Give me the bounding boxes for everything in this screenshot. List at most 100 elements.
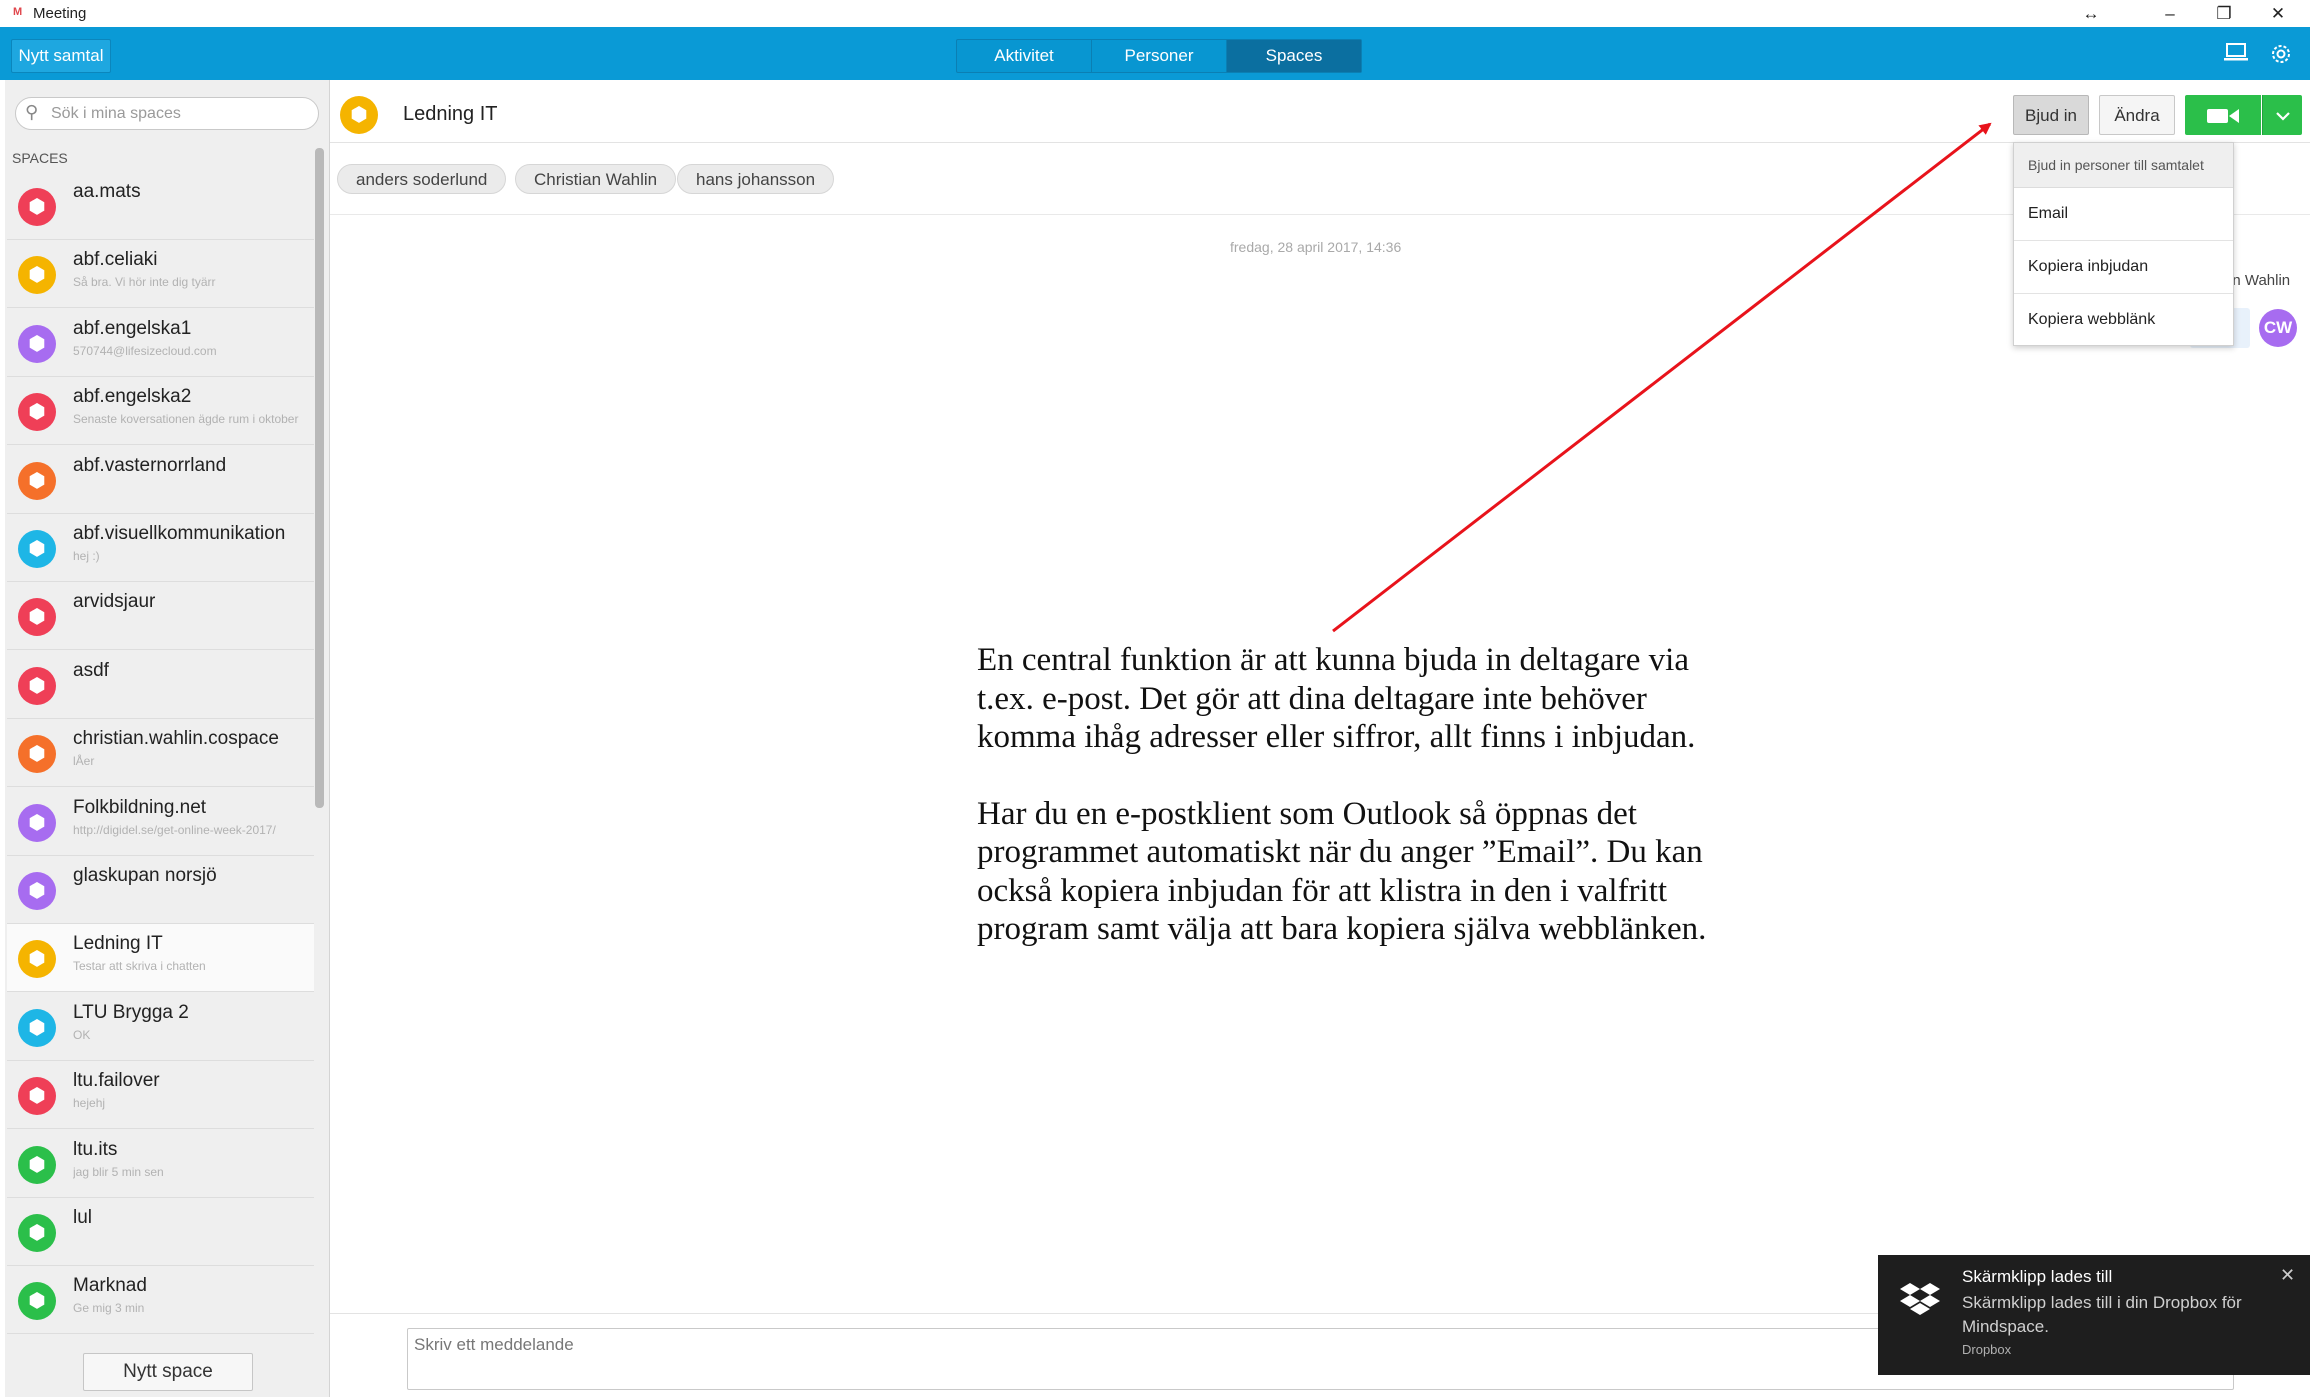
space-name: abf.visuellkommunikation: [73, 523, 286, 544]
resize-icon[interactable]: ↔: [2064, 0, 2118, 27]
space-last-message: hej :): [73, 549, 100, 563]
space-name: abf.vasternorrland: [73, 455, 227, 476]
space-last-message: hejehj: [73, 1096, 106, 1110]
space-last-message: OK: [73, 1028, 91, 1042]
maximize-button[interactable]: ❐: [2197, 0, 2251, 27]
space-name: Folkbildning.net: [73, 797, 207, 818]
space-item[interactable]: ⬢ asdf: [7, 651, 314, 719]
menu-item-copy-link[interactable]: Kopiera webblänk: [2014, 294, 2233, 346]
space-name: glaskupan norsjö: [73, 865, 217, 886]
search-input[interactable]: ⚲ Sök i mina spaces: [15, 97, 319, 130]
space-item[interactable]: ⬢ Folkbildning.net http://digidel.se/get-o…: [7, 788, 314, 856]
window-title: Meeting: [33, 5, 87, 22]
title-bar: M Meeting ↔ – ❐ ✕: [0, 0, 2310, 27]
close-button[interactable]: ✕: [2251, 0, 2305, 27]
app-logo: M: [13, 6, 23, 18]
new-space-button[interactable]: Nytt space: [83, 1353, 253, 1391]
space-name: arvidsjaur: [73, 591, 156, 612]
space-avatar-icon: ⬢: [18, 1146, 56, 1184]
space-avatar-icon: ⬢: [18, 735, 56, 773]
space-last-message: Testar att skriva i chatten: [73, 959, 206, 973]
space-last-message: Ge mig 3 min: [73, 1301, 145, 1315]
notification-body: Skärmklipp lades till i din Dropbox för …: [1962, 1293, 2242, 1336]
space-last-message: jag blir 5 min sen: [73, 1165, 164, 1179]
space-name: ltu.failover: [73, 1070, 160, 1091]
space-item[interactable]: ⬢ ltu.its jag blir 5 min sen: [7, 1130, 314, 1198]
minimize-button[interactable]: –: [2143, 0, 2197, 27]
space-item[interactable]: ⬢ LTU Brygga 2 OK: [7, 993, 314, 1061]
notification-title: Skärmklipp lades till: [1962, 1267, 2113, 1286]
invite-menu: Bjud in personer till samtalet Email Kop…: [2013, 142, 2234, 346]
space-avatar-icon: ⬢: [18, 872, 56, 910]
space-avatar-icon: ⬢: [18, 1077, 56, 1115]
space-avatar-icon: ⬢: [18, 462, 56, 500]
space-item[interactable]: ⬢ abf.vasternorrland: [7, 446, 314, 514]
change-button[interactable]: Ändra: [2099, 95, 2175, 135]
space-item[interactable]: ⬢ abf.engelska1 570744@lifesizecloud.com: [7, 309, 314, 377]
space-item[interactable]: ⬢ abf.visuellkommunikation hej :): [7, 514, 314, 582]
space-name: LTU Brygga 2: [73, 1002, 189, 1023]
notification-source: Dropbox: [1962, 1342, 2012, 1357]
annotation-paragraph: Har du en e-postklient som Outlook så öp…: [977, 795, 1707, 948]
room-avatar: ⬢: [340, 96, 378, 134]
sidebar-scrollbar[interactable]: [315, 148, 324, 808]
space-last-message: http://digidel.se/get-online-week-2017/: [73, 823, 276, 837]
message-timestamp: fredag, 28 april 2017, 14:36: [1230, 239, 1402, 255]
tab-spaces[interactable]: Spaces: [1227, 40, 1361, 72]
video-camera-icon: [2206, 102, 2240, 127]
chevron-down-icon[interactable]: [2262, 95, 2302, 135]
space-item[interactable]: ⬢ Ledning IT Testar att skriva i chatten: [7, 924, 314, 992]
space-name: aa.mats: [73, 181, 141, 202]
spaces-section-label: SPACES: [12, 150, 68, 166]
space-item[interactable]: ⬢ christian.wahlin.cospace lÅer: [7, 719, 314, 787]
annotation-text: En central funktion är att kunna bjuda i…: [977, 641, 1707, 987]
space-avatar-icon: ⬢: [18, 1214, 56, 1252]
space-last-message: Så bra. Vi hör inte dig tyärr: [73, 275, 216, 289]
space-name: abf.engelska1: [73, 318, 192, 339]
menu-item-email[interactable]: Email: [2014, 188, 2233, 241]
invite-button[interactable]: Bjud in: [2013, 95, 2089, 135]
space-last-message: 570744@lifesizecloud.com: [73, 344, 217, 358]
video-call-button[interactable]: [2185, 95, 2261, 135]
space-avatar-icon: ⬢: [18, 530, 56, 568]
close-icon[interactable]: ✕: [2280, 1265, 2295, 1286]
avatar[interactable]: CW: [2259, 309, 2297, 347]
space-avatar-icon: ⬢: [18, 1282, 56, 1320]
participant-chip[interactable]: Christian Wahlin: [515, 164, 677, 194]
menu-item-copy-invite[interactable]: Kopiera inbjudan: [2014, 241, 2233, 294]
space-avatar-icon: ⬢: [18, 256, 56, 294]
room-title: Ledning IT: [403, 103, 498, 125]
space-item[interactable]: ⬢ abf.celiaki Så bra. Vi hör inte dig tyär…: [7, 240, 314, 308]
space-name: abf.engelska2: [73, 386, 192, 407]
space-name: asdf: [73, 660, 109, 681]
space-avatar-icon: ⬢: [18, 1009, 56, 1047]
tab-aktivitet[interactable]: Aktivitet: [957, 40, 1092, 72]
tab-personer[interactable]: Personer: [1092, 40, 1227, 72]
space-avatar-icon: ⬢: [18, 667, 56, 705]
space-item[interactable]: ⬢ lul: [7, 1198, 314, 1266]
space-name: Marknad: [73, 1275, 147, 1296]
space-last-message: lÅer: [73, 754, 95, 768]
space-name: ltu.its: [73, 1139, 118, 1160]
dropbox-notification[interactable]: Skärmklipp lades till Skärmklipp lades t…: [1878, 1255, 2310, 1375]
space-name: abf.celiaki: [73, 249, 158, 270]
space-item[interactable]: ⬢ ltu.failover hejehj: [7, 1061, 314, 1129]
participant-chip[interactable]: anders soderlund: [337, 164, 507, 194]
space-item[interactable]: ⬢ abf.engelska2 Senaste koversationen ägde…: [7, 377, 314, 445]
space-name: lul: [73, 1207, 93, 1228]
space-avatar-icon: ⬢: [18, 188, 56, 226]
dropbox-icon: [1900, 1281, 1940, 1327]
search-icon: ⚲: [25, 102, 39, 122]
space-name: Ledning IT: [73, 933, 163, 954]
space-item[interactable]: ⬢ glaskupan norsjö: [7, 856, 314, 924]
space-item[interactable]: ⬢ aa.mats: [7, 172, 314, 240]
invite-menu-header: Bjud in personer till samtalet: [2014, 143, 2233, 188]
gear-icon[interactable]: [2266, 41, 2296, 69]
participant-chip[interactable]: hans johansson: [677, 164, 835, 194]
laptop-icon[interactable]: [2221, 41, 2251, 69]
space-item[interactable]: ⬢ Marknad Ge mig 3 min: [7, 1266, 314, 1334]
space-item[interactable]: ⬢ arvidsjaur: [7, 582, 314, 650]
space-last-message: Senaste koversationen ägde rum i oktober: [73, 412, 299, 426]
main-tabs: Aktivitet Personer Spaces: [956, 39, 1362, 73]
new-call-button[interactable]: Nytt samtal: [11, 39, 111, 73]
